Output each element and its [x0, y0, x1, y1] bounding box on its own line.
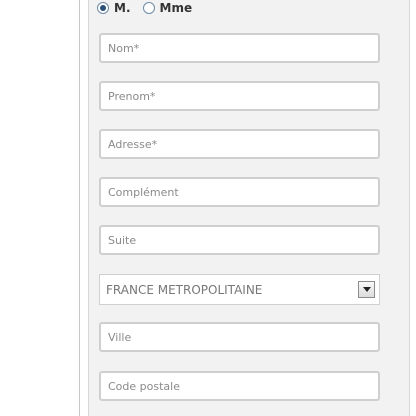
nom-placeholder: Nom* — [108, 41, 140, 55]
nom-field[interactable]: Nom* — [99, 33, 380, 63]
code-postal-placeholder: Code postale — [108, 379, 180, 393]
divider — [79, 0, 80, 416]
prenom-placeholder: Prenom* — [108, 89, 156, 103]
ville-field[interactable]: Ville — [99, 322, 380, 352]
adresse-placeholder: Adresse* — [108, 137, 158, 151]
prenom-field[interactable]: Prenom* — [99, 81, 380, 111]
chevron-down-icon[interactable] — [358, 281, 375, 298]
dropdown-triangle — [362, 287, 371, 292]
left-blank-area — [0, 0, 79, 416]
suite-field[interactable]: Suite — [99, 225, 380, 255]
civility-radio-group: M. Mme — [97, 0, 192, 16]
radio-selected-dot — [100, 5, 106, 11]
suite-placeholder: Suite — [108, 233, 137, 247]
ville-placeholder: Ville — [108, 330, 132, 344]
complement-placeholder: Complément — [108, 185, 179, 199]
radio-label-m: M. — [114, 1, 131, 15]
civility-option-mme[interactable]: Mme — [142, 1, 193, 15]
country-select[interactable]: FRANCE METROPOLITAINE — [99, 274, 380, 305]
radio-mme[interactable] — [142, 2, 155, 14]
complement-field[interactable]: Complément — [99, 177, 380, 207]
radio-label-mme: Mme — [159, 1, 193, 15]
adresse-field[interactable]: Adresse* — [99, 129, 380, 159]
country-selected-value: FRANCE METROPOLITAINE — [106, 282, 263, 297]
code-postal-field[interactable]: Code postale — [99, 371, 380, 401]
civility-option-m[interactable]: M. — [97, 1, 131, 15]
radio-m[interactable] — [97, 2, 109, 14]
